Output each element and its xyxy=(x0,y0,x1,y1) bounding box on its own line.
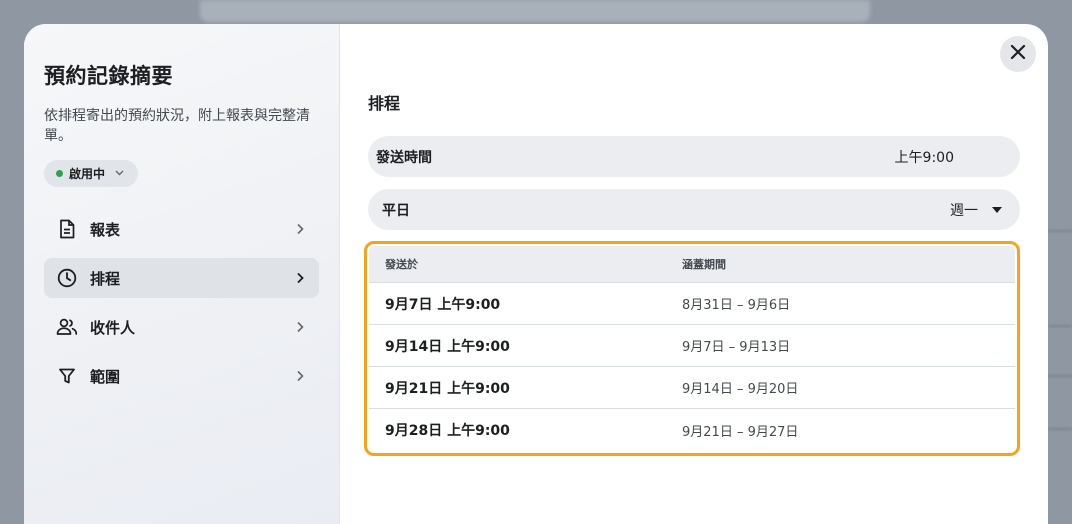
sidebar-item-schedule[interactable]: 排程 xyxy=(44,258,319,298)
dialog-description: 依排程寄出的預約狀況，附上報表與完整清單。 xyxy=(44,108,310,144)
chevron-right-icon xyxy=(293,320,307,334)
close-button[interactable] xyxy=(1000,36,1036,72)
sidebar-item-label: 排程 xyxy=(90,269,121,288)
dialog-title: 預約記錄摘要 xyxy=(44,64,173,88)
schedule-highlight: 發送於 涵蓋期間 9月7日 上午9:00 8月31日 – 9月6日 9月14日 … xyxy=(364,241,1020,456)
schedule-table: 發送於 涵蓋期間 9月7日 上午9:00 8月31日 – 9月6日 9月14日 … xyxy=(369,246,1015,451)
chevron-right-icon xyxy=(293,271,307,285)
period-cell: 8月31日 – 9月6日 xyxy=(682,298,791,313)
backdrop-line xyxy=(1048,325,1072,327)
backdrop-toolbar xyxy=(200,0,870,22)
send-cell: 9月28日 上午9:00 xyxy=(385,423,510,439)
send-cell: 9月21日 上午9:00 xyxy=(385,380,510,397)
weekday-label: 平日 xyxy=(382,202,410,219)
send-time-field[interactable]: 發送時間 上午9:00 xyxy=(368,136,1020,177)
backdrop-line xyxy=(1048,230,1072,232)
sidebar-item-label: 範圍 xyxy=(90,367,121,386)
filter-icon xyxy=(56,365,78,387)
send-time-label: 發送時間 xyxy=(376,149,432,166)
column-header-send: 發送於 xyxy=(385,258,418,271)
summary-dialog: 預約記錄摘要 依排程寄出的預約狀況，附上報表與完整清單。 啟用中 報表 排程 收… xyxy=(24,24,1048,524)
backdrop-line xyxy=(1048,428,1072,430)
sidebar-item-label: 收件人 xyxy=(90,318,136,337)
section-title: 排程 xyxy=(368,94,401,113)
weekday-value: 週一 xyxy=(950,202,978,219)
schedule-panel: 排程 發送時間 上午9:00 平日 週一 發送於 涵蓋期間 9月7日 上午9:0… xyxy=(340,24,1048,524)
weekday-dropdown[interactable]: 週一 xyxy=(950,200,1006,220)
backdrop-line xyxy=(1048,375,1072,377)
sidebar-item-report[interactable]: 報表 xyxy=(44,209,319,249)
weekday-select[interactable]: 平日 週一 xyxy=(368,189,1020,230)
period-cell: 9月14日 – 9月20日 xyxy=(682,382,799,397)
send-time-value[interactable]: 上午9:00 xyxy=(895,147,954,167)
period-cell: 9月21日 – 9月27日 xyxy=(682,424,799,440)
chevron-down-icon xyxy=(115,168,124,179)
sidebar-item-scope[interactable]: 範圍 xyxy=(44,356,319,396)
send-cell: 9月14日 上午9:00 xyxy=(385,338,510,355)
people-icon xyxy=(56,316,78,338)
period-cell: 9月7日 – 9月13日 xyxy=(682,340,791,355)
sidebar-item-label: 報表 xyxy=(90,220,121,239)
caret-down-icon xyxy=(992,206,1002,213)
send-cell: 9月7日 上午9:00 xyxy=(385,296,501,313)
document-icon xyxy=(56,218,78,240)
table-row: 9月14日 上午9:00 9月7日 – 9月13日 xyxy=(369,325,1015,367)
table-row: 9月7日 上午9:00 8月31日 – 9月6日 xyxy=(369,283,1015,325)
sidebar-item-recipients[interactable]: 收件人 xyxy=(44,307,319,347)
table-row: 9月28日 上午9:00 9月21日 – 9月27日 xyxy=(369,409,1015,451)
clock-icon xyxy=(56,267,78,289)
chevron-right-icon xyxy=(293,369,307,383)
column-header-period: 涵蓋期間 xyxy=(682,258,726,271)
close-icon xyxy=(1010,44,1026,64)
chevron-right-icon xyxy=(293,222,307,236)
status-dot-icon xyxy=(56,170,63,177)
status-dropdown[interactable]: 啟用中 xyxy=(44,160,139,187)
sidebar: 預約記錄摘要 依排程寄出的預約狀況，附上報表與完整清單。 啟用中 報表 排程 收… xyxy=(24,24,340,524)
table-row: 9月21日 上午9:00 9月14日 – 9月20日 xyxy=(369,367,1015,409)
status-label: 啟用中 xyxy=(69,167,106,181)
table-header: 發送於 涵蓋期間 xyxy=(369,246,1015,283)
